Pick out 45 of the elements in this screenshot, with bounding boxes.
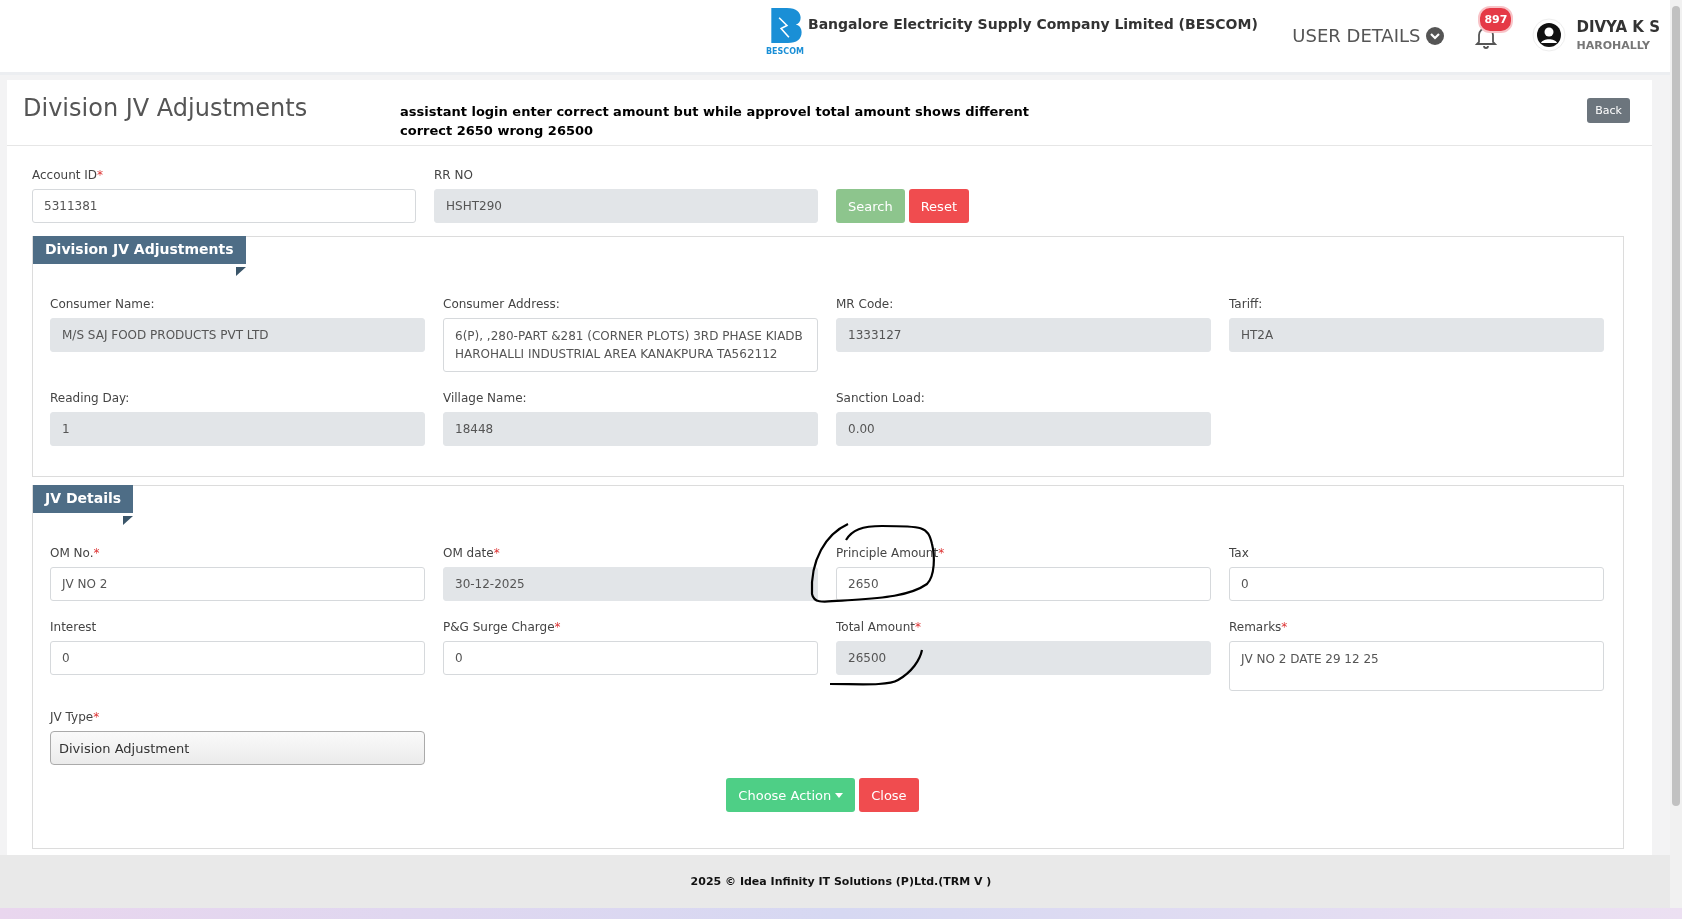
chevron-down-icon bbox=[1426, 26, 1445, 45]
text-area[interactable]: 6(P), ,280-PART &281 (CORNER PLOTS) 3RD PHASE KIADB HAROHALLI INDUSTRIAL AREA KANAKPURA TA562112 bbox=[443, 318, 818, 372]
field-label: Remarks* bbox=[1229, 620, 1289, 634]
input-field[interactable]: 5311381 bbox=[32, 189, 416, 223]
back-button[interactable]: Back bbox=[1587, 98, 1630, 123]
page-title: Division JV Adjustments bbox=[23, 94, 309, 122]
section-heading: Division JV Adjustments bbox=[33, 236, 246, 264]
field-label: Consumer Name: bbox=[50, 297, 156, 311]
user-avatar-icon[interactable] bbox=[1532, 18, 1567, 52]
input-field[interactable]: JV NO 2 bbox=[50, 567, 425, 601]
caret-icon bbox=[835, 792, 844, 798]
scrollbar[interactable] bbox=[1670, 0, 1682, 908]
company-name: Bangalore Electricity Supply Company Limited (BESCOM) bbox=[808, 16, 1258, 32]
field-label: Tax bbox=[1229, 546, 1250, 560]
input-field[interactable]: 2650 bbox=[836, 567, 1211, 601]
field-label: Village Name: bbox=[443, 391, 528, 405]
tab-corner-icon bbox=[235, 267, 246, 276]
field-label: MR Code: bbox=[836, 297, 895, 311]
field-label: RR NO bbox=[434, 168, 474, 182]
input-field[interactable]: 0 bbox=[50, 641, 425, 675]
user-name: DIVYA K S bbox=[1576, 18, 1660, 36]
field-label: Consumer Address: bbox=[443, 297, 561, 311]
input-field[interactable]: 0 bbox=[1229, 567, 1604, 601]
field-label: Account ID* bbox=[32, 168, 105, 182]
user-details-menu[interactable]: USER DETAILS bbox=[1292, 25, 1445, 46]
close-button[interactable]: Close bbox=[859, 778, 919, 812]
field-label: Sanction Load: bbox=[836, 391, 926, 405]
input-field[interactable]: 0 bbox=[443, 641, 818, 675]
user-location: HAROHALLY bbox=[1576, 39, 1651, 52]
field-label: OM date* bbox=[443, 546, 501, 560]
text-area[interactable]: JV NO 2 DATE 29 12 25 bbox=[1229, 641, 1604, 691]
field-label: OM No.* bbox=[50, 546, 101, 560]
field-label: Tariff: bbox=[1229, 297, 1264, 311]
reset-button[interactable]: Reset bbox=[908, 189, 969, 223]
section-heading: JV Details bbox=[33, 485, 134, 513]
field-label: Reading Day: bbox=[50, 391, 131, 405]
field-label: Interest bbox=[50, 620, 98, 634]
field-label: P&G Surge Charge* bbox=[443, 620, 562, 634]
notification-badge: 897 bbox=[1478, 6, 1514, 33]
tab-corner-icon bbox=[123, 516, 134, 525]
field-label: Total Amount* bbox=[836, 620, 922, 634]
footer-text: 2025 © Idea Infinity IT Solutions (P)Ltd.(TRM V ) bbox=[690, 875, 992, 888]
field-label: JV Type* bbox=[50, 710, 101, 724]
select-field[interactable]: Division Adjustment bbox=[50, 731, 425, 765]
note-text: assistant login enter correct amount but while approvel total amount shows different correct 2650 wrong 26500 bbox=[400, 103, 1030, 140]
